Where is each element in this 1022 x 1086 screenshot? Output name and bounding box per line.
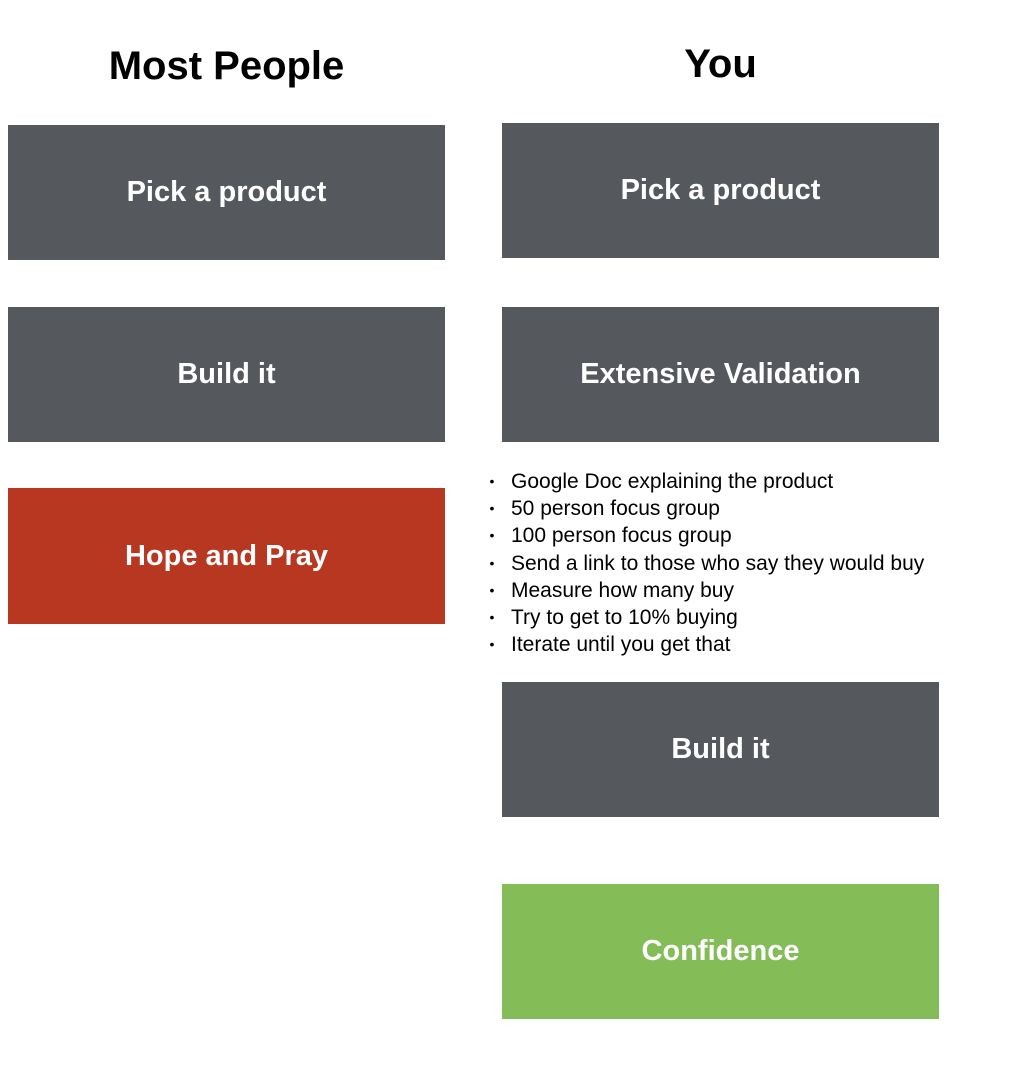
bullet-text: 100 person focus group bbox=[511, 524, 732, 548]
most-people-step-build-it: Build it bbox=[8, 307, 445, 442]
bullet-text: Send a link to those who say they would … bbox=[511, 551, 925, 575]
bullet-text: Google Doc explaining the product bbox=[511, 470, 834, 493]
bullet-icon: • bbox=[489, 554, 495, 571]
step-label: Build it bbox=[177, 358, 276, 390]
bullet-text: Try to get to 10% buying bbox=[511, 605, 738, 629]
heading-most-people: Most People bbox=[108, 44, 345, 88]
most-people-step-hope-and-pray: Hope and Pray bbox=[8, 488, 445, 624]
you-step-build-it: Build it bbox=[502, 682, 939, 817]
step-label: Confidence bbox=[641, 935, 800, 967]
bullet-text: Measure how many buy bbox=[511, 578, 734, 602]
step-label: Pick a product bbox=[620, 174, 821, 206]
bullet-icon: • bbox=[489, 608, 495, 625]
you-step-pick-product: Pick a product bbox=[502, 123, 939, 258]
list-item: • Iterate until you get that bbox=[486, 631, 1016, 658]
step-label: Build it bbox=[671, 733, 770, 765]
list-item: • Google Doc explaining the product bbox=[486, 468, 1016, 495]
bullet-text: Iterate until you get that bbox=[511, 633, 731, 657]
bullet-icon: • bbox=[489, 473, 495, 489]
bullet-icon: • bbox=[489, 500, 495, 517]
bullet-text: 50 person focus group bbox=[511, 497, 720, 521]
list-item: • Try to get to 10% buying bbox=[486, 604, 1016, 631]
bullet-icon: • bbox=[489, 581, 495, 598]
most-people-step-pick-product: Pick a product bbox=[8, 125, 445, 260]
list-item: • 100 person focus group bbox=[486, 522, 1016, 549]
step-label: Pick a product bbox=[126, 176, 327, 208]
list-item: • Measure how many buy bbox=[486, 577, 1016, 604]
step-label: Extensive Validation bbox=[580, 358, 861, 390]
list-item: • Send a link to those who say they would… bbox=[486, 550, 1016, 577]
list-item: • 50 person focus group bbox=[486, 495, 1016, 522]
step-label: Hope and Pray bbox=[124, 539, 329, 572]
heading-you: You bbox=[684, 42, 757, 86]
bullet-icon: • bbox=[489, 636, 495, 653]
you-step-extensive-validation: Extensive Validation bbox=[502, 307, 939, 442]
bullet-icon: • bbox=[489, 527, 495, 544]
you-step-confidence: Confidence bbox=[502, 884, 939, 1019]
validation-bullet-list: • Google Doc explaining the product • 50 p… bbox=[486, 468, 1016, 658]
